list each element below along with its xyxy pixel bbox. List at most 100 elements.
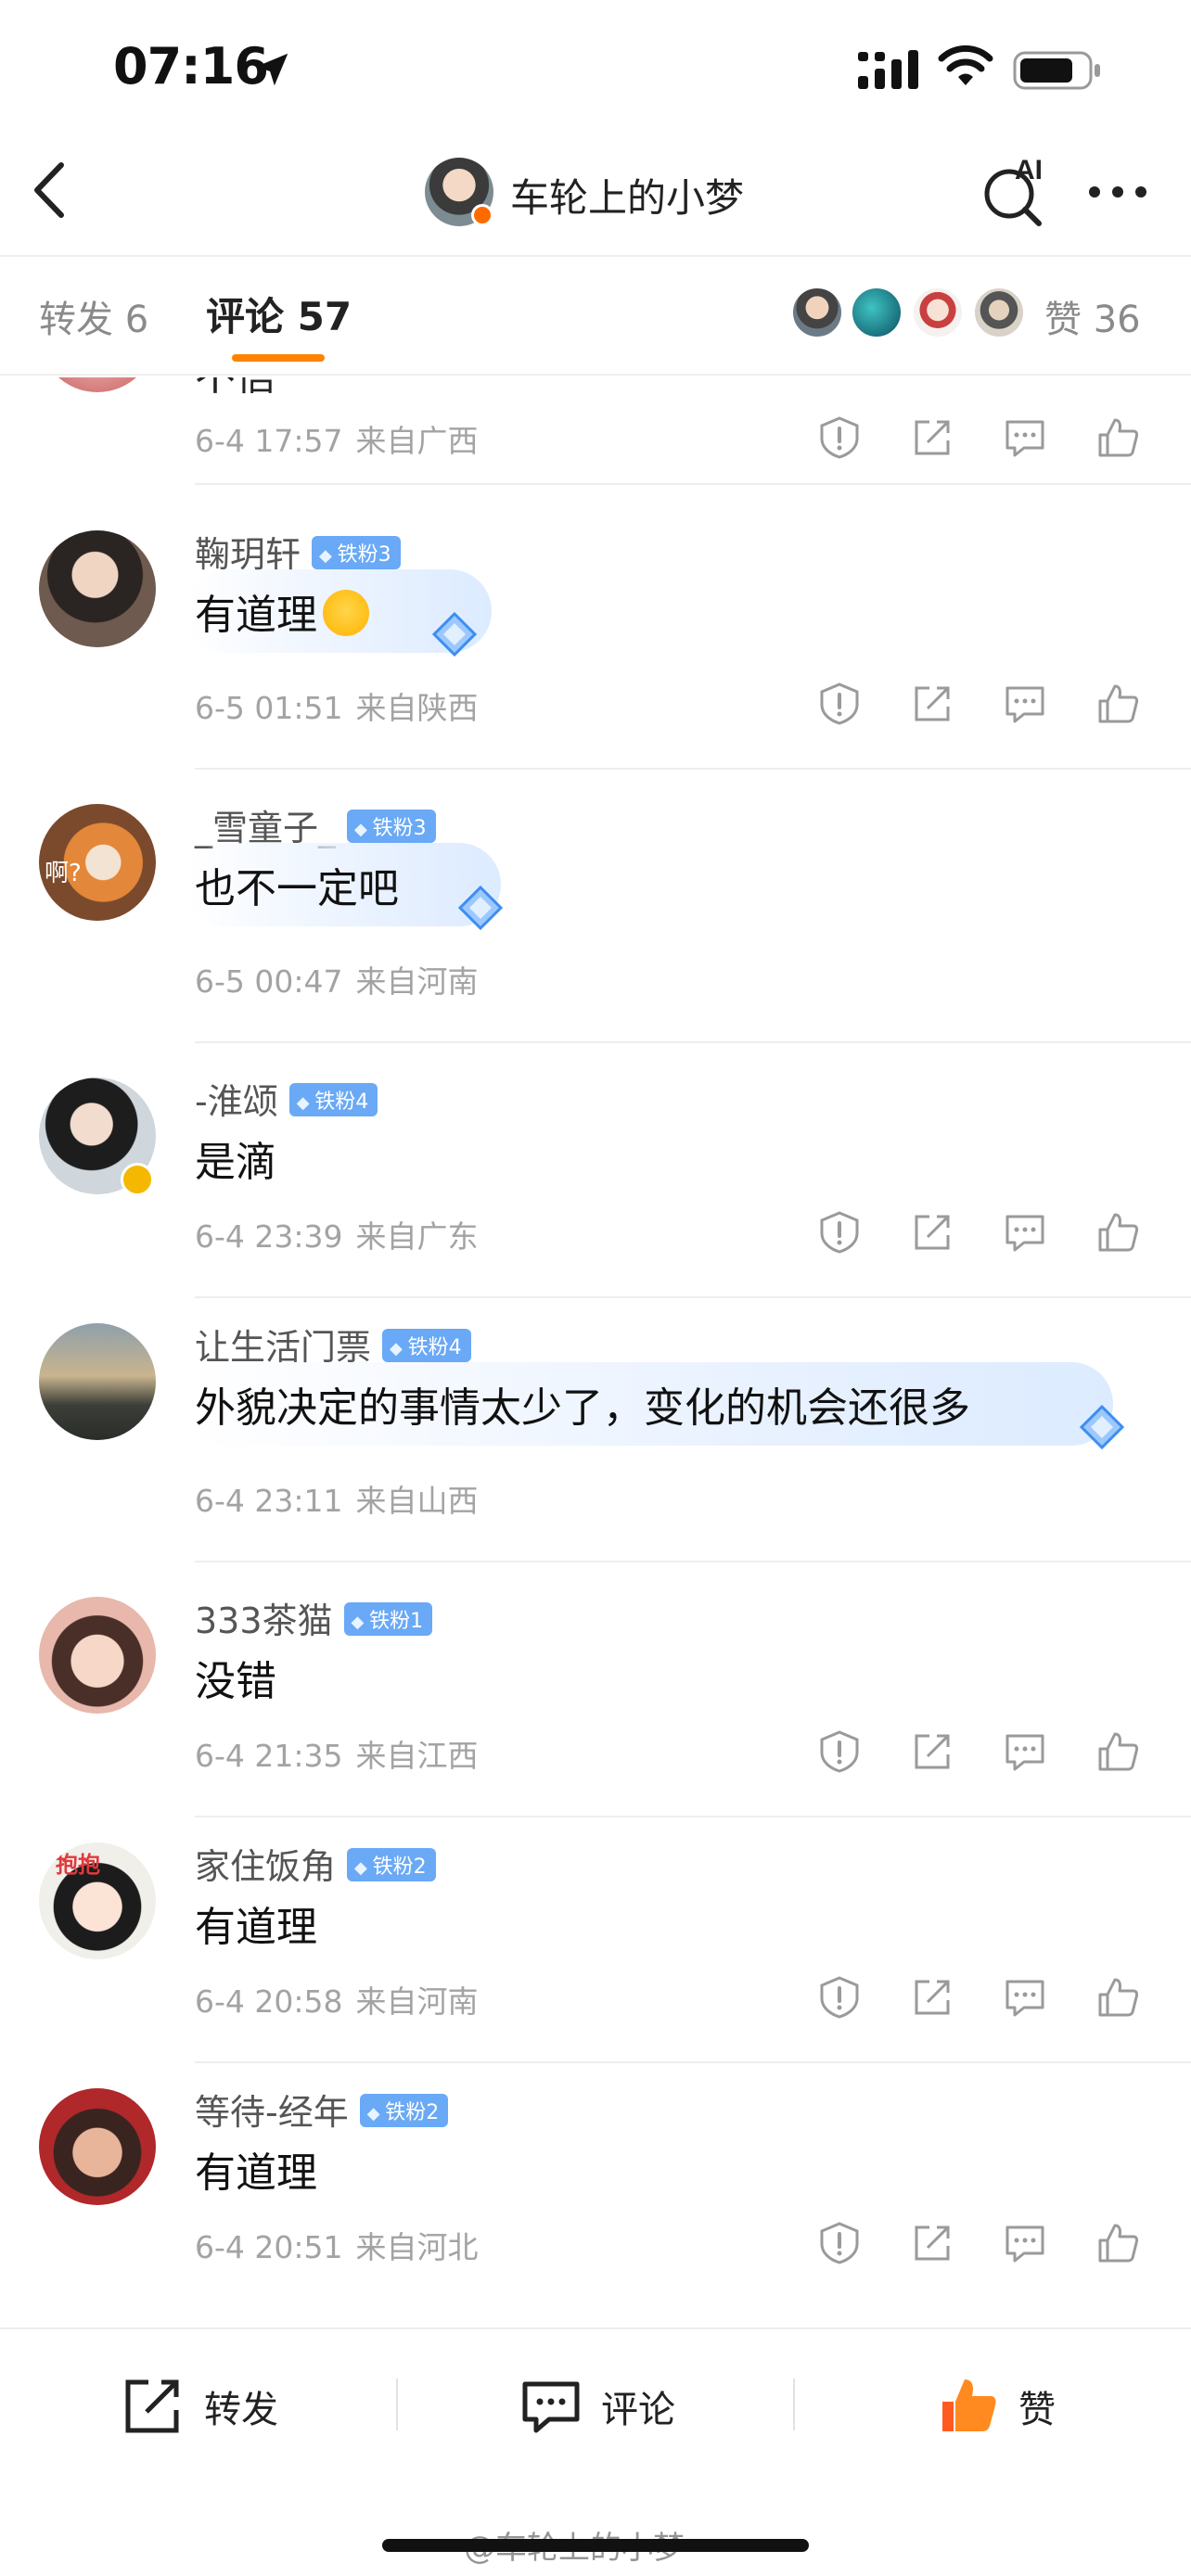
report-icon[interactable] — [816, 2220, 863, 2266]
report-icon[interactable] — [816, 681, 863, 727]
comment-icon[interactable] — [1002, 1209, 1048, 1256]
comment-time: 6-4 23:11 — [195, 1483, 343, 1519]
comment-text: 是滴 — [195, 1139, 276, 1186]
tab-likes[interactable]: 赞 36 — [1044, 289, 1141, 343]
diamond-gem-icon — [431, 611, 478, 657]
repost-label: 转发 — [204, 2389, 278, 2431]
comment-icon[interactable] — [1002, 414, 1048, 461]
author-name: 333茶猫 — [195, 1600, 333, 1641]
comment-avatar[interactable]: 啊? — [39, 804, 156, 921]
laughing-emoji-icon — [323, 590, 369, 636]
comment-actions — [816, 2220, 1150, 2270]
comment-author[interactable]: 等待-经年铁粉2 — [195, 2084, 449, 2135]
comment-divider — [195, 1561, 1191, 1562]
share-icon[interactable] — [909, 2220, 955, 2266]
like-icon[interactable] — [1095, 1728, 1141, 1775]
like-label: 赞 — [1018, 2389, 1056, 2431]
comment-meta: 6-4 20:51 来自河北 — [195, 2223, 479, 2267]
comment-label: 评论 — [601, 2389, 675, 2431]
home-indicator[interactable] — [382, 2539, 809, 2552]
comment-location: 来自江西 — [355, 1738, 479, 1774]
report-icon[interactable] — [816, 1209, 863, 1256]
comment-avatar[interactable] — [39, 530, 156, 647]
comment-button[interactable]: 评论 — [519, 2369, 675, 2443]
comment-author[interactable]: 333茶猫铁粉1 — [195, 1592, 433, 1643]
comment-divider — [195, 2061, 1191, 2063]
like-icon[interactable] — [1095, 681, 1141, 727]
comment-author[interactable]: 家住饭角铁粉2 — [195, 1838, 436, 1889]
comment-actions — [816, 681, 1150, 731]
comment-avatar[interactable] — [39, 377, 156, 392]
comment-actions — [816, 1209, 1150, 1259]
comment-location: 来自河南 — [355, 1983, 479, 2020]
active-tab-indicator — [232, 354, 325, 362]
like-icon[interactable] — [1095, 1974, 1141, 2021]
comment-icon[interactable] — [1002, 681, 1048, 727]
fan-badge: 铁粉3 — [312, 536, 401, 569]
ai-label: AI — [1015, 155, 1043, 185]
diamond-gem-icon — [457, 885, 504, 931]
share-icon[interactable] — [909, 1728, 955, 1775]
diamond-gem-icon — [1079, 1404, 1125, 1450]
comment-meta: 6-4 23:39 来自广东 — [195, 1212, 479, 1256]
location-arrow-icon — [255, 53, 288, 86]
comment-time: 6-4 20:51 — [195, 2229, 343, 2265]
like-icon[interactable] — [1095, 2220, 1141, 2266]
comment-bubble-icon — [522, 2381, 580, 2433]
comment-location: 来自山西 — [355, 1483, 479, 1519]
liked-thumb-icon — [942, 2379, 996, 2431]
comment-location: 来自河南 — [355, 963, 479, 1000]
comment-list: 不信 6-4 17:57来自广西 鞠玥轩铁粉3 有道理 6-5 01:51来自陕… — [0, 377, 1191, 2325]
comment-icon[interactable] — [1002, 1974, 1048, 2021]
share-icon[interactable] — [909, 681, 955, 727]
comment-avatar[interactable] — [39, 1597, 156, 1714]
comment-time: 6-4 23:39 — [195, 1218, 343, 1255]
verified-badge-icon — [121, 1163, 154, 1196]
fan-badge: 铁粉2 — [359, 2094, 449, 2127]
comment-text: 也不一定吧 — [195, 865, 399, 912]
comment-icon[interactable] — [1002, 1728, 1048, 1775]
comment-avatar[interactable] — [39, 1323, 156, 1440]
like-icon[interactable] — [1095, 414, 1141, 461]
comment-time: 6-5 01:51 — [195, 690, 343, 726]
comment-meta: 6-4 23:11 来自山西 — [195, 1476, 479, 1521]
comment-author[interactable]: -淮颂铁粉4 — [195, 1073, 378, 1124]
comment-time: 6-4 17:57 — [195, 423, 343, 459]
liker-avatar — [911, 286, 965, 339]
avatar-caption: 啊? — [45, 860, 82, 887]
share-icon[interactable] — [909, 1209, 955, 1256]
author-name: 家住饭角 — [195, 1846, 337, 1887]
comment-text: 外貌决定的事情太少了，变化的机会还很多 — [195, 1384, 970, 1432]
comment-text: 有道理 — [195, 2149, 317, 2197]
tab-comments[interactable]: 评论 57 — [206, 286, 352, 342]
comment-actions — [816, 414, 1150, 465]
comment-text: 有道理 — [195, 581, 369, 641]
more-icon[interactable] — [1085, 181, 1150, 203]
like-button[interactable]: 赞 — [937, 2369, 1056, 2443]
author-name: 等待-经年 — [195, 2092, 349, 2133]
share-icon[interactable] — [909, 1974, 955, 2021]
comment-text: 没错 — [195, 1658, 276, 1705]
repost-button[interactable]: 转发 — [121, 2369, 278, 2443]
avatar-caption: 抱抱 — [56, 1852, 100, 1878]
liker-avatars[interactable] — [790, 286, 1031, 341]
report-icon[interactable] — [816, 1974, 863, 2021]
page-title: 车轮上的小梦 — [510, 175, 745, 221]
repost-icon — [125, 2379, 179, 2433]
comment-location: 来自陕西 — [355, 690, 479, 726]
comment-time: 6-4 20:58 — [195, 1983, 343, 2020]
comment-avatar[interactable]: 抱抱 — [39, 1843, 156, 1959]
liker-avatar — [790, 286, 844, 339]
comment-icon[interactable] — [1002, 2220, 1048, 2266]
tab-repost[interactable]: 转发 6 — [39, 289, 148, 343]
like-icon[interactable] — [1095, 1209, 1141, 1256]
back-icon[interactable] — [28, 158, 74, 223]
share-icon[interactable] — [909, 414, 955, 461]
comment-text: 不信 — [195, 377, 276, 402]
report-icon[interactable] — [816, 414, 863, 461]
wifi-icon — [938, 45, 993, 85]
comment-time: 6-5 00:47 — [195, 963, 343, 1000]
ai-search-icon[interactable]: AI — [974, 153, 1057, 227]
report-icon[interactable] — [816, 1728, 863, 1775]
comment-avatar[interactable] — [39, 2088, 156, 2205]
